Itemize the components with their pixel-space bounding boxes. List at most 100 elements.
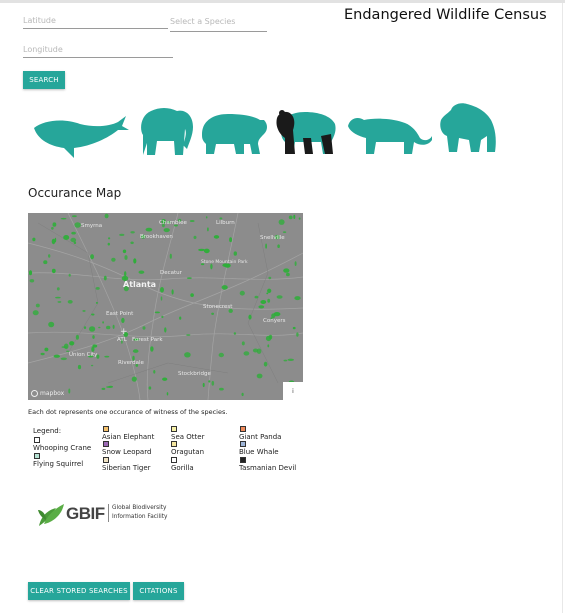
occurrence-dot	[56, 287, 60, 291]
legend-label-siberian-tiger: Siberian Tiger	[102, 464, 151, 472]
occurrence-dot	[265, 335, 272, 342]
occurrence-dot	[132, 349, 139, 353]
occurrence-dot	[233, 251, 237, 256]
occurrence-dot	[241, 392, 244, 397]
occurrence-dot	[266, 292, 269, 295]
panda-icon[interactable]	[275, 108, 339, 156]
mapbox-logo-icon	[31, 390, 38, 397]
legend-label-asian-elephant: Asian Elephant	[102, 433, 155, 441]
occurrence-dot	[102, 321, 104, 324]
gbif-leaf-icon	[38, 504, 64, 526]
map-label-atl: ATL	[117, 337, 127, 343]
longitude-input[interactable]	[23, 45, 173, 58]
latitude-input[interactable]	[23, 16, 168, 29]
occurrence-dot	[70, 237, 77, 243]
whale-icon[interactable]	[30, 108, 130, 160]
occurrence-dot	[148, 386, 152, 390]
legend-label-giant-panda: Giant Panda	[239, 433, 282, 441]
occurrence-dot	[186, 334, 191, 336]
gbif-divider	[108, 504, 109, 522]
occurrence-dot	[254, 295, 259, 299]
occurrence-dot	[121, 317, 125, 323]
map-label-east-point: East Point	[106, 311, 134, 317]
occurrence-dot	[51, 268, 56, 274]
occurrence-dot	[258, 305, 265, 309]
gbif-full-name: Global Biodiversity Information Facility	[112, 504, 167, 522]
occurrence-dot	[51, 226, 54, 230]
occurrence-dot	[48, 254, 51, 258]
mapbox-logo-text: mapbox	[40, 390, 65, 397]
legend-title: Legend:	[33, 427, 62, 435]
map-info-button[interactable]: i	[283, 382, 303, 400]
elephant-icon[interactable]	[135, 105, 195, 157]
occurrence-dot	[229, 237, 233, 243]
map-canvas[interactable]	[28, 213, 303, 400]
occurrence-dot	[294, 296, 301, 301]
search-button[interactable]: SEARCH	[23, 71, 65, 89]
occurrence-dot	[145, 227, 153, 232]
occurrence-dot	[124, 271, 127, 277]
legend-swatch-blue-whale	[240, 441, 246, 447]
occurrence-dot	[90, 254, 94, 260]
occurrence-dot	[104, 355, 110, 358]
gbif-wordmark: GBIF	[66, 504, 105, 523]
occurrence-dot	[92, 335, 95, 339]
occurrence-dot	[43, 260, 48, 265]
legend-swatch-oragutan	[171, 441, 177, 447]
occurrence-dot	[153, 370, 156, 374]
occurrence-dot	[104, 213, 109, 219]
occurrence-dot	[282, 231, 287, 233]
map-label-stonecrest: Stonecrest	[203, 304, 233, 310]
occurrence-dot	[193, 235, 197, 240]
occurrence-dot	[142, 326, 146, 330]
occurrence-dot	[75, 334, 79, 340]
occurrence-dot	[184, 352, 191, 358]
occurrence-dot	[256, 373, 263, 379]
occurrence-dot	[292, 326, 296, 330]
airport-icon: +	[120, 327, 128, 337]
occurrence-dot	[130, 241, 134, 245]
tiger-icon[interactable]	[346, 110, 432, 156]
mapbox-logo[interactable]: mapbox	[31, 390, 64, 397]
occurrence-dot	[294, 261, 297, 266]
occurrence-dot	[233, 332, 237, 335]
legend-swatch-snow-leopard	[103, 441, 109, 447]
occurrence-dot	[130, 231, 135, 234]
legend-swatch-giant-panda	[240, 426, 246, 432]
map-caption: Each dot represents one occurance of wit…	[28, 408, 228, 416]
occurrence-dot	[101, 387, 106, 390]
species-icon-row	[30, 100, 500, 160]
map-label-snellville: Snellville	[260, 235, 285, 241]
map-heading: Occurance Map	[28, 186, 122, 200]
occurrence-dot	[171, 289, 174, 295]
legend-label-gorilla: Gorilla	[171, 464, 194, 472]
occurrence-dot	[179, 316, 182, 320]
occurrence-dot	[243, 351, 250, 356]
species-select[interactable]: Select a Species	[170, 16, 267, 32]
gorilla-icon[interactable]	[435, 102, 497, 156]
clear-stored-searches-button[interactable]: CLEAR STORED SEARCHES	[28, 582, 130, 600]
occurrence-dot	[218, 352, 224, 358]
legend-swatch-flying-squirrel	[34, 453, 40, 459]
map-label-brookhaven: Brookhaven	[140, 234, 173, 240]
bear-icon[interactable]	[198, 110, 268, 156]
legend-label-snow-leopard: Snow Leopard	[102, 448, 152, 456]
occurrence-map[interactable]: Chamblee Lilburn Smyrna Brookhaven Snell…	[28, 213, 303, 400]
citations-button[interactable]: CITATIONS	[133, 582, 184, 600]
occurrence-dot	[265, 243, 267, 249]
map-label-union-city: Union City	[69, 352, 98, 358]
occurrence-dot	[63, 343, 69, 350]
occurrence-dot	[53, 354, 60, 358]
occurrence-dot	[71, 231, 76, 235]
gbif-logo[interactable]: GBIF Global Biodiversity Information Fac…	[36, 498, 176, 530]
top-border	[0, 0, 565, 3]
occurrence-dot	[57, 301, 62, 303]
occurrence-dot	[54, 237, 57, 243]
map-label-riverdale: Riverdale	[118, 360, 144, 366]
occurrence-dot	[32, 310, 39, 316]
occurrence-dot	[162, 377, 168, 381]
legend-swatch-tasmanian-devil	[240, 457, 246, 463]
occurrence-dot	[82, 310, 86, 312]
occurrence-dot	[28, 270, 33, 276]
gbif-name-line2: Information Facility	[112, 514, 168, 520]
